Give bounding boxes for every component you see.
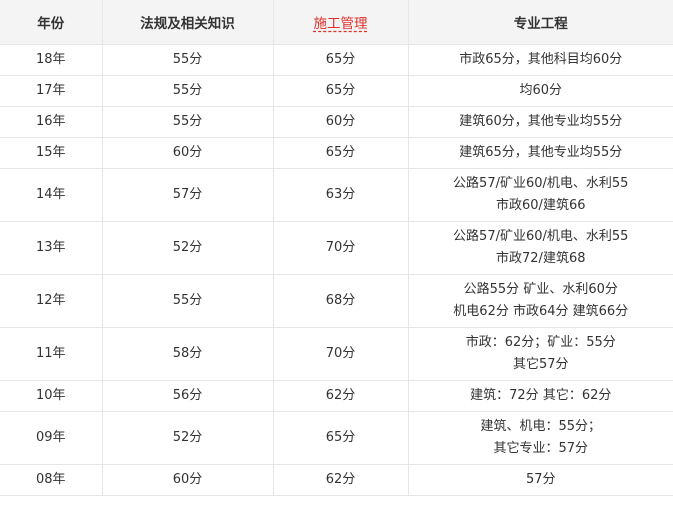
cell-law-score: 52分 [102, 221, 274, 275]
cell-year: 12年 [0, 274, 103, 328]
cell-law-score: 52分 [102, 411, 274, 465]
table-row: 16年 55分 60分 建筑60分，其他专业均55分 [0, 106, 673, 138]
cell-professional-score: 公路57/矿业60/机电、水利55 市政60/建筑66 [408, 168, 673, 222]
cell-law-score: 55分 [102, 106, 274, 138]
cell-year: 08年 [0, 464, 103, 496]
cell-year: 15年 [0, 137, 103, 169]
cell-text-line: 其它57分 [512, 357, 569, 372]
cell-text-line: 市政：62分；矿业：55分 [465, 335, 616, 350]
cell-professional-score: 公路57/矿业60/机电、水利55 市政72/建筑68 [408, 221, 673, 275]
cell-text-line: 建筑65分，其他专业均55分 [459, 145, 623, 160]
cell-text-line: 建筑、机电：55分； [480, 419, 602, 434]
cell-professional-score: 建筑：72分 其它：62分 [408, 380, 673, 412]
cell-year: 10年 [0, 380, 103, 412]
header-professional-engineering: 专业工程 [408, 0, 673, 45]
table-header-row: 年份 法规及相关知识 施工管理 专业工程 [0, 0, 673, 45]
cell-professional-score: 57分 [408, 464, 673, 496]
table-body: 18年 55分 65分 市政65分，其他科目均60分 17年 55分 65分 均60分 16年 5… [0, 44, 673, 496]
cell-management-score: 63分 [273, 168, 409, 222]
cell-year: 09年 [0, 411, 103, 465]
cell-text-line: 均60分 [519, 83, 563, 98]
cell-management-score: 65分 [273, 411, 409, 465]
cell-law-score: 58分 [102, 327, 274, 381]
cell-text-line: 建筑：72分 其它：62分 [470, 388, 612, 403]
construction-management-link[interactable]: 施工管理 [314, 16, 368, 32]
cell-law-score: 55分 [102, 274, 274, 328]
table-row: 13年 52分 70分 公路57/矿业60/机电、水利55 市政72/建筑68 [0, 221, 673, 275]
cell-text-line: 市政65分，其他科目均60分 [459, 52, 623, 67]
cell-year: 18年 [0, 44, 103, 76]
cell-year: 16年 [0, 106, 103, 138]
header-construction-management[interactable]: 施工管理 [273, 0, 409, 45]
cell-management-score: 65分 [273, 137, 409, 169]
cell-management-score: 65分 [273, 44, 409, 76]
cell-law-score: 60分 [102, 137, 274, 169]
cell-text-line: 公路57/矿业60/机电、水利55 [453, 176, 629, 191]
cell-year: 11年 [0, 327, 103, 381]
cell-law-score: 57分 [102, 168, 274, 222]
cell-management-score: 70分 [273, 327, 409, 381]
cell-management-score: 65分 [273, 75, 409, 107]
cell-year: 14年 [0, 168, 103, 222]
table-row: 09年 52分 65分 建筑、机电：55分； 其它专业：57分 [0, 411, 673, 465]
cell-text-line: 公路55分 矿业、水利60分 [463, 282, 618, 297]
cell-professional-score: 市政65分，其他科目均60分 [408, 44, 673, 76]
cell-management-score: 60分 [273, 106, 409, 138]
cell-year: 13年 [0, 221, 103, 275]
cell-text-line: 57分 [525, 472, 556, 487]
cell-law-score: 55分 [102, 75, 274, 107]
cell-law-score: 55分 [102, 44, 274, 76]
header-year: 年份 [0, 0, 103, 45]
cell-law-score: 60分 [102, 464, 274, 496]
table-row: 17年 55分 65分 均60分 [0, 75, 673, 107]
cell-text-line: 建筑60分，其他专业均55分 [459, 114, 623, 129]
cell-management-score: 70分 [273, 221, 409, 275]
table-row: 10年 56分 62分 建筑：72分 其它：62分 [0, 380, 673, 412]
cell-text-line: 公路57/矿业60/机电、水利55 [453, 229, 629, 244]
passing-score-table: 年份 法规及相关知识 施工管理 专业工程 18年 55分 65分 市政65分，其他科目… [0, 0, 673, 496]
header-law-knowledge: 法规及相关知识 [102, 0, 274, 45]
cell-text-line: 机电62分 市政64分 建筑66分 [453, 304, 629, 319]
cell-text-line: 其它专业：57分 [493, 441, 589, 456]
cell-professional-score: 建筑、机电：55分； 其它专业：57分 [408, 411, 673, 465]
cell-year: 17年 [0, 75, 103, 107]
cell-management-score: 62分 [273, 464, 409, 496]
cell-text-line: 市政72/建筑68 [496, 251, 586, 266]
table-row: 11年 58分 70分 市政：62分；矿业：55分 其它57分 [0, 327, 673, 381]
cell-law-score: 56分 [102, 380, 274, 412]
table-row: 18年 55分 65分 市政65分，其他科目均60分 [0, 44, 673, 76]
table-row: 14年 57分 63分 公路57/矿业60/机电、水利55 市政60/建筑66 [0, 168, 673, 222]
cell-management-score: 62分 [273, 380, 409, 412]
cell-professional-score: 均60分 [408, 75, 673, 107]
table-row: 15年 60分 65分 建筑65分，其他专业均55分 [0, 137, 673, 169]
cell-professional-score: 公路55分 矿业、水利60分 机电62分 市政64分 建筑66分 [408, 274, 673, 328]
cell-professional-score: 建筑65分，其他专业均55分 [408, 137, 673, 169]
table-row: 12年 55分 68分 公路55分 矿业、水利60分 机电62分 市政64分 建筑66分 [0, 274, 673, 328]
cell-professional-score: 市政：62分；矿业：55分 其它57分 [408, 327, 673, 381]
cell-text-line: 市政60/建筑66 [496, 198, 586, 213]
cell-professional-score: 建筑60分，其他专业均55分 [408, 106, 673, 138]
cell-management-score: 68分 [273, 274, 409, 328]
table-row: 08年 60分 62分 57分 [0, 464, 673, 496]
